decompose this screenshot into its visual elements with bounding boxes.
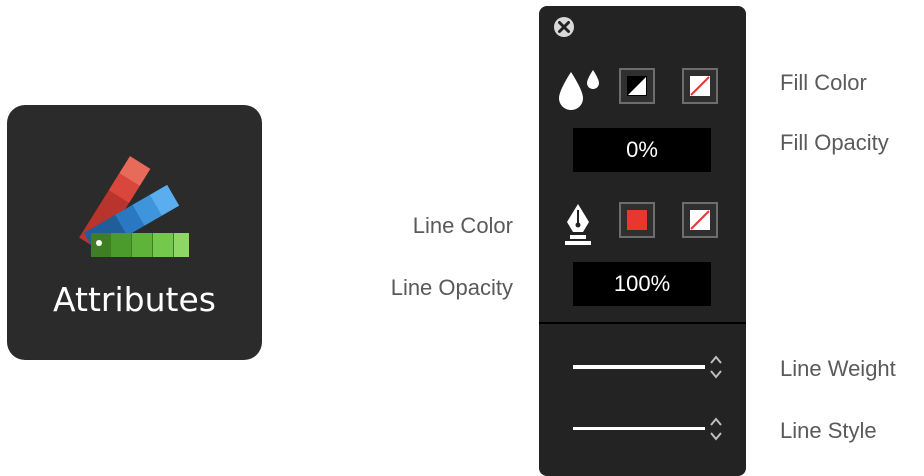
fill-none-swatch-button[interactable]	[682, 68, 718, 104]
callout-line-style: Line Style	[780, 418, 877, 443]
no-color-swatch-icon	[690, 76, 710, 96]
callout-line-color: Line Color	[412, 213, 513, 238]
line-opacity-field[interactable]: 100%	[573, 262, 711, 306]
line-weight-preview	[573, 365, 705, 369]
app-icon-label: Attributes	[53, 280, 216, 319]
color-swatch-fan-icon	[79, 156, 189, 257]
fill-color-swatch-button[interactable]	[619, 68, 655, 104]
panel-divider	[539, 322, 746, 324]
droplets-icon	[555, 66, 603, 118]
pen-nib-icon	[563, 202, 593, 250]
callout-line-opacity: Line Opacity	[390, 275, 513, 300]
line-style-control[interactable]	[573, 414, 733, 444]
line-none-swatch-button[interactable]	[682, 202, 718, 238]
line-style-preview	[573, 427, 705, 430]
callout-fill-opacity: Fill Opacity	[780, 130, 889, 155]
callout-fill-color: Fill Color	[780, 70, 867, 95]
attributes-app-icon[interactable]: Attributes	[7, 105, 262, 360]
line-color-swatch-button[interactable]	[619, 202, 655, 238]
up-down-chevron-icon[interactable]	[709, 352, 723, 382]
up-down-chevron-icon[interactable]	[709, 414, 723, 444]
callout-line-weight: Line Weight	[780, 356, 896, 381]
red-swatch-icon	[627, 210, 647, 230]
black-white-swatch-icon	[627, 76, 647, 96]
close-icon[interactable]	[553, 16, 575, 38]
fill-opacity-field[interactable]: 0%	[573, 128, 711, 172]
attributes-panel: 0% 100%	[539, 6, 746, 476]
no-color-swatch-icon	[690, 210, 710, 230]
line-weight-control[interactable]	[573, 352, 733, 382]
